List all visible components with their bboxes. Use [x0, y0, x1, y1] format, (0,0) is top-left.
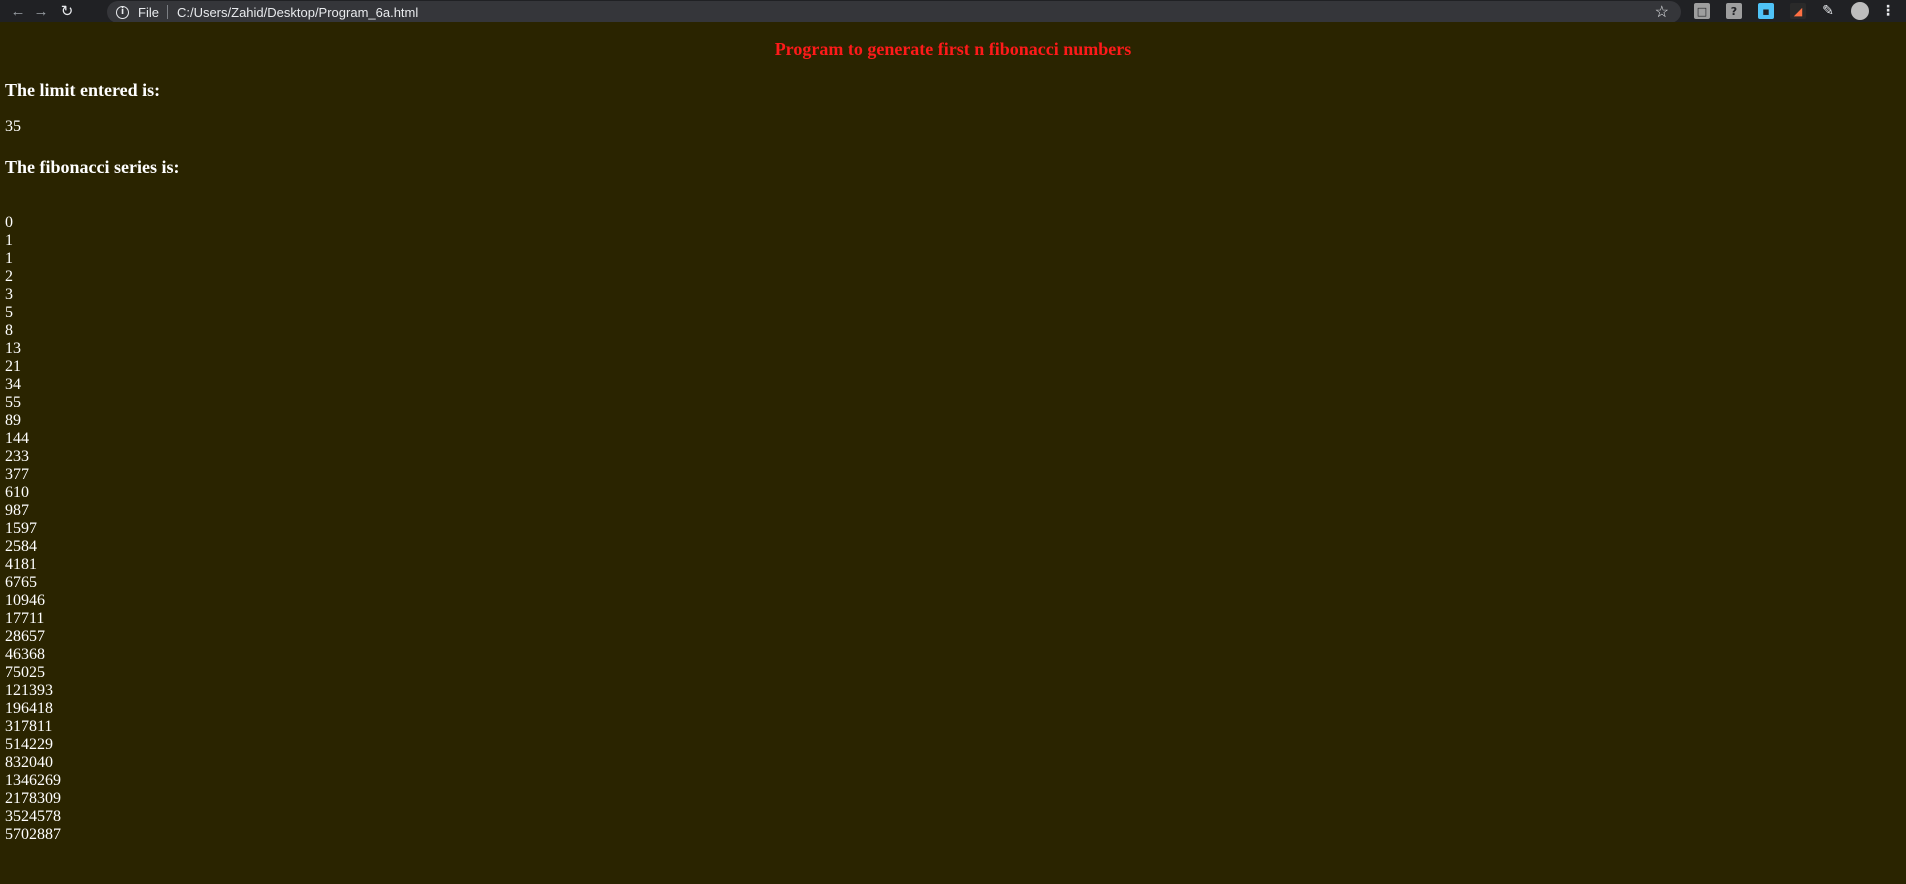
series-item: 1 [5, 232, 13, 249]
series-item: 832040 [5, 754, 53, 771]
series-item: 6765 [5, 574, 37, 591]
browser-toolbar: ← → ↻ i File C:/Users/Zahid/Desktop/Prog… [0, 0, 1906, 23]
extensions-puzzle-icon[interactable]: ✎ [1820, 3, 1836, 19]
series-item: 1 [5, 250, 13, 267]
series-item: 5702887 [5, 826, 61, 843]
series-item: 514229 [5, 736, 53, 753]
extension-4-icon[interactable]: ◢ [1790, 3, 1806, 19]
extension-1-icon[interactable]: □ [1694, 3, 1710, 19]
series-item: 75025 [5, 664, 45, 681]
forward-button[interactable]: → [30, 0, 52, 22]
reload-button[interactable]: ↻ [56, 0, 78, 22]
series-item: 34 [5, 376, 21, 393]
series-item: 1346269 [5, 772, 61, 789]
series-item: 28657 [5, 628, 45, 645]
limit-value: 35 [5, 118, 21, 135]
series-item: 10946 [5, 592, 45, 609]
series-item: 377 [5, 466, 29, 483]
page-title: Program to generate first n fibonacci nu… [774, 39, 1132, 59]
series-item: 5 [5, 304, 13, 321]
reload-icon: ↻ [60, 3, 74, 20]
series-item: 4181 [5, 556, 37, 573]
extension-3-icon[interactable]: ▪ [1758, 3, 1774, 19]
series-item: 3 [5, 286, 13, 303]
arrow-right-icon: → [33, 2, 49, 20]
series-item: 144 [5, 430, 29, 447]
series-item: 13 [5, 340, 21, 357]
back-button[interactable]: ← [7, 0, 29, 22]
address-bar[interactable]: i File C:/Users/Zahid/Desktop/Program_6a… [107, 1, 1681, 23]
series-item: 55 [5, 394, 21, 411]
series-item: 1597 [5, 520, 37, 537]
page-content: Program to generate first n fibonacci nu… [0, 22, 1906, 884]
series-item: 121393 [5, 682, 53, 699]
series-item: 233 [5, 448, 29, 465]
scheme-label: File [138, 4, 159, 20]
series-item: 0 [5, 214, 13, 231]
series-item: 17711 [5, 610, 45, 627]
bookmark-star-icon[interactable]: ☆ [1655, 1, 1669, 23]
series-item: 987 [5, 502, 29, 519]
omnibox-divider [166, 5, 168, 19]
profile-avatar[interactable] [1851, 2, 1869, 20]
series-item: 3524578 [5, 808, 61, 825]
series-item: 89 [5, 412, 21, 429]
series-item: 196418 [5, 700, 53, 717]
menu-icon[interactable]: ⋮ [1881, 3, 1895, 19]
url-text[interactable]: C:/Users/Zahid/Desktop/Program_6a.html [177, 5, 418, 20]
fibonacci-series-list: 0 1 1 2 3 5 8 13 21 34 55 89 144 233 377 610 987 1597 2584… [5, 214, 61, 844]
series-item: 2 [5, 268, 13, 285]
limit-heading: The limit entered is: [5, 80, 161, 100]
info-icon[interactable]: i [116, 5, 129, 19]
series-item: 610 [5, 484, 29, 501]
series-item: 2584 [5, 538, 37, 555]
series-item: 8 [5, 322, 13, 339]
series-item: 46368 [5, 646, 45, 663]
series-item: 317811 [5, 718, 53, 735]
series-item: 2178309 [5, 790, 61, 807]
series-item: 21 [5, 358, 21, 375]
extension-help-icon[interactable]: ? [1726, 3, 1742, 19]
series-heading: The fibonacci series is: [5, 157, 180, 177]
arrow-left-icon: ← [10, 2, 26, 20]
